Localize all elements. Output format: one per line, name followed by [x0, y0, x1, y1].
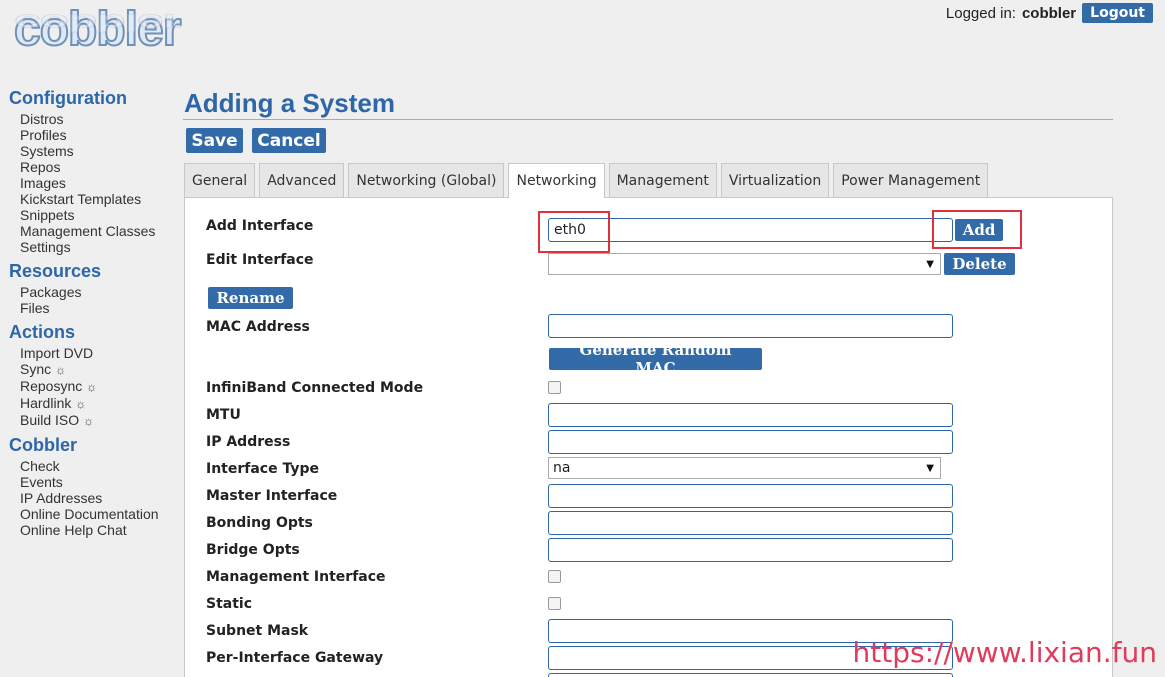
sidebar: Configuration Distros Profiles Systems R… [9, 88, 179, 538]
sidebar-item-kickstart-templates[interactable]: Kickstart Templates [20, 191, 179, 207]
cancel-button[interactable]: Cancel [252, 128, 326, 153]
build-iso-label: Build ISO [20, 412, 80, 428]
page-title: Adding a System [184, 88, 395, 118]
master-interface-input[interactable] [548, 484, 953, 508]
dropdown-arrow-icon: ▼ [926, 258, 934, 270]
infiniband-checkbox[interactable] [548, 381, 561, 394]
sidebar-item-build-iso[interactable]: Build ISO ☼ [20, 412, 179, 429]
interface-type-label: Interface Type [206, 461, 320, 477]
mac-address-input[interactable] [548, 314, 953, 338]
tab-advanced[interactable]: Advanced [259, 163, 345, 197]
sidebar-item-settings[interactable]: Settings [20, 239, 179, 255]
ip-address-label: IP Address [206, 434, 291, 450]
delete-interface-button[interactable]: Delete [944, 253, 1015, 275]
sidebar-heading-actions: Actions [9, 322, 76, 342]
static-label: Static [206, 596, 253, 612]
infiniband-label: InfiniBand Connected Mode [206, 380, 424, 396]
tab-management[interactable]: Management [608, 163, 717, 197]
interface-type-select[interactable]: na ▼ [548, 457, 941, 479]
sidebar-item-check[interactable]: Check [20, 458, 179, 474]
edit-interface-label: Edit Interface [206, 252, 314, 268]
username: cobbler [1021, 4, 1077, 22]
logo-reflection: cobbler [14, 9, 181, 36]
sidebar-list-actions: Import DVD Sync ☼ Reposync ☼ Hardlink ☼ … [20, 345, 179, 429]
ip-address-input[interactable] [548, 430, 953, 454]
hardlink-busy-icon: ☼ [75, 397, 87, 411]
tab-networking[interactable]: Networking [508, 163, 605, 198]
sidebar-item-reposync[interactable]: Reposync ☼ [20, 378, 179, 395]
tab-bar: General Advanced Networking (Global) Net… [184, 163, 989, 198]
sidebar-list-configuration: Distros Profiles Systems Repos Images Ki… [20, 111, 179, 255]
sidebar-item-events[interactable]: Events [20, 474, 179, 490]
reposync-busy-icon: ☼ [86, 380, 98, 394]
tab-virtualization[interactable]: Virtualization [720, 163, 830, 197]
logout-button[interactable]: Logout [1082, 3, 1153, 23]
highlight-box-interface-name [538, 211, 610, 253]
mtu-label: MTU [206, 407, 241, 423]
bridge-opts-label: Bridge Opts [206, 542, 300, 558]
cobbler-logo: cobbler cobbler [13, 2, 214, 72]
sidebar-item-repos[interactable]: Repos [20, 159, 179, 175]
static-checkbox[interactable] [548, 597, 561, 610]
sidebar-item-images[interactable]: Images [20, 175, 179, 191]
sidebar-item-online-help-chat[interactable]: Online Help Chat [20, 522, 179, 538]
sidebar-heading-resources: Resources [9, 261, 102, 281]
sync-busy-icon: ☼ [55, 363, 67, 377]
master-interface-label: Master Interface [206, 488, 338, 504]
bridge-opts-input[interactable] [548, 538, 953, 562]
sidebar-item-files[interactable]: Files [20, 300, 179, 316]
sidebar-item-packages[interactable]: Packages [20, 284, 179, 300]
build-iso-busy-icon: ☼ [83, 414, 95, 428]
sidebar-heading-configuration: Configuration [9, 88, 127, 108]
save-button[interactable]: Save [186, 128, 243, 153]
per-interface-gateway-label: Per-Interface Gateway [206, 650, 384, 666]
sidebar-list-resources: Packages Files [20, 284, 179, 316]
watermark-text: https://www.lixian.fun [852, 636, 1157, 669]
sidebar-item-online-documentation[interactable]: Online Documentation [20, 506, 179, 522]
sidebar-item-snippets[interactable]: Snippets [20, 207, 179, 223]
rename-interface-button[interactable]: Rename [208, 287, 293, 309]
sidebar-heading-cobbler: Cobbler [9, 435, 78, 455]
sidebar-item-hardlink[interactable]: Hardlink ☼ [20, 395, 179, 412]
tab-networking-global[interactable]: Networking (Global) [348, 163, 505, 197]
sidebar-item-management-classes[interactable]: Management Classes [20, 223, 179, 239]
edit-interface-select[interactable]: ▼ [548, 253, 941, 275]
bonding-opts-input[interactable] [548, 511, 953, 535]
reposync-label: Reposync [20, 378, 83, 394]
logged-in-label: Logged in: [945, 4, 1016, 22]
tab-general[interactable]: General [184, 163, 256, 197]
next-field-input-partial[interactable] [548, 673, 953, 677]
sidebar-item-profiles[interactable]: Profiles [20, 127, 179, 143]
management-interface-checkbox[interactable] [548, 570, 561, 583]
subnet-mask-label: Subnet Mask [206, 623, 309, 639]
sidebar-item-sync[interactable]: Sync ☼ [20, 361, 179, 378]
sidebar-item-systems[interactable]: Systems [20, 143, 179, 159]
sidebar-item-ip-addresses[interactable]: IP Addresses [20, 490, 179, 506]
dropdown-arrow-icon: ▼ [926, 462, 934, 474]
generate-random-mac-button[interactable]: Generate Random MAC [549, 341, 762, 377]
interface-type-value: na [553, 460, 571, 476]
sidebar-item-import-dvd[interactable]: Import DVD [20, 345, 179, 361]
add-interface-label: Add Interface [206, 218, 314, 234]
tab-power-management[interactable]: Power Management [833, 163, 989, 197]
sidebar-list-cobbler: Check Events IP Addresses Online Documen… [20, 458, 179, 538]
mtu-input[interactable] [548, 403, 953, 427]
title-divider [183, 119, 1113, 120]
user-bar: Logged in: cobbler Logout [946, 3, 1153, 23]
management-interface-label: Management Interface [206, 569, 386, 585]
hardlink-label: Hardlink [20, 395, 72, 411]
mac-address-label: MAC Address [206, 319, 310, 335]
sidebar-item-distros[interactable]: Distros [20, 111, 179, 127]
sync-label: Sync [20, 361, 52, 377]
highlight-box-add-button [932, 210, 1022, 249]
bonding-opts-label: Bonding Opts [206, 515, 313, 531]
